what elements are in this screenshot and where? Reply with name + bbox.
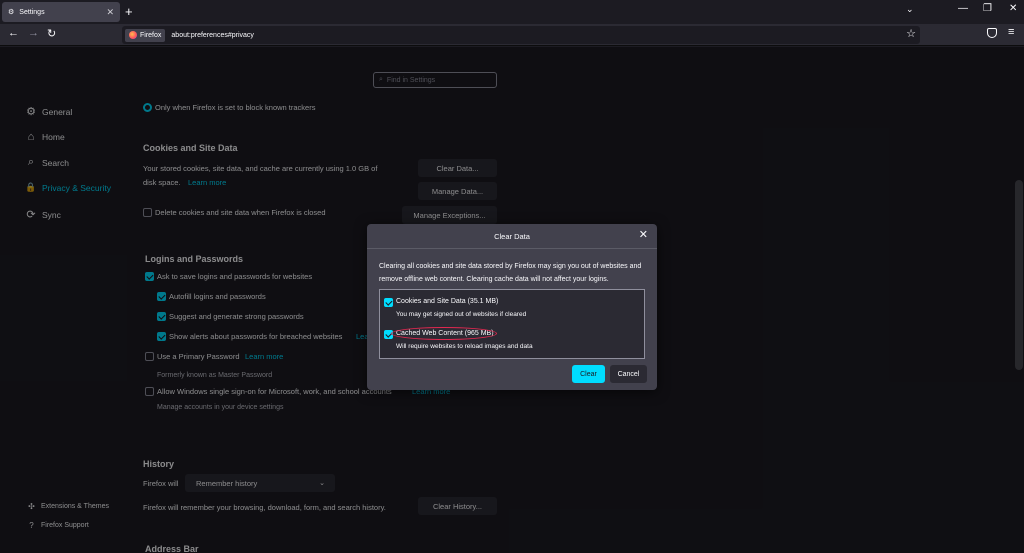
minimize-button[interactable]: — xyxy=(958,3,968,14)
cookies-site-data-checkbox[interactable] xyxy=(384,298,393,307)
bookmark-star-icon[interactable]: ☆ xyxy=(906,27,916,40)
cached-web-content-sub: Will require websites to reload images a… xyxy=(396,343,533,350)
dialog-options-box: Cookies and Site Data (35.1 MB) You may … xyxy=(379,289,645,359)
list-all-tabs-button[interactable]: ⌄ xyxy=(906,4,914,15)
reload-button[interactable]: ↻ xyxy=(47,27,56,40)
forward-button[interactable]: → xyxy=(28,27,39,39)
close-window-button[interactable]: ✕ xyxy=(1009,3,1017,14)
annotation-circle xyxy=(391,327,497,340)
dialog-description: Clearing all cookies and site data store… xyxy=(379,263,642,283)
close-icon[interactable]: ✕ xyxy=(639,228,648,241)
clear-button[interactable]: Clear xyxy=(572,365,605,383)
dialog-divider xyxy=(367,248,657,249)
gear-icon: ⚙ xyxy=(8,9,15,16)
clear-data-dialog: Clear Data ✕ Clearing all cookies and si… xyxy=(367,224,657,390)
nav-bar: ← → ↻ Firefox about:preferences#privacy … xyxy=(0,24,1024,46)
cancel-button[interactable]: Cancel xyxy=(610,365,647,383)
url-text[interactable]: about:preferences#privacy xyxy=(171,32,254,39)
back-button[interactable]: ← xyxy=(8,27,19,39)
app-menu-button[interactable]: ≡ xyxy=(1008,26,1014,38)
tab-close-icon[interactable]: ✕ xyxy=(106,7,114,18)
identity-box[interactable]: Firefox xyxy=(125,28,166,42)
tab-settings[interactable]: ⚙ Settings ✕ xyxy=(2,2,120,22)
pocket-icon[interactable] xyxy=(987,28,997,38)
firefox-logo-icon xyxy=(129,31,137,39)
browser-window: ⚙ Settings ✕ + ⌄ — ❐ ✕ ← → ↻ Firefox abo… xyxy=(0,0,1024,553)
tab-strip: ⚙ Settings ✕ + ⌄ — ❐ ✕ xyxy=(0,0,1024,24)
new-tab-button[interactable]: + xyxy=(125,4,133,19)
cookies-site-data-label: Cookies and Site Data (35.1 MB) xyxy=(396,298,499,305)
url-bar[interactable]: Firefox about:preferences#privacy ☆ xyxy=(122,26,920,44)
dialog-title: Clear Data xyxy=(494,232,530,241)
tab-title: Settings xyxy=(19,8,45,16)
identity-label: Firefox xyxy=(140,31,162,39)
restore-button[interactable]: ❐ xyxy=(983,3,992,14)
cookies-site-data-sub: You may get signed out of websites if cl… xyxy=(396,311,527,318)
